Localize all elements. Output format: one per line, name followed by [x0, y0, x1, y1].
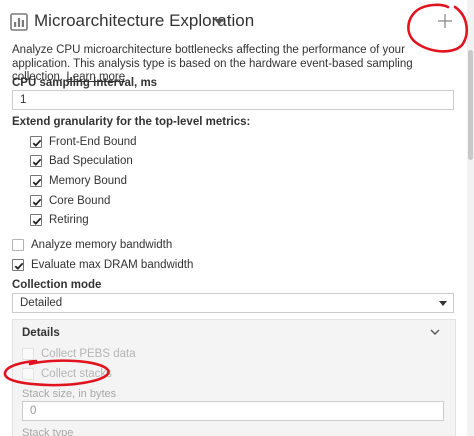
- stack-type-label: Stack type: [22, 427, 74, 436]
- checkbox-front-end-bound[interactable]: Front-End Bound: [30, 134, 137, 150]
- checkbox-bad-speculation[interactable]: Bad Speculation: [30, 153, 133, 169]
- checkbox-label: Core Bound: [49, 195, 111, 207]
- checkbox-label: Collect PEBS data: [41, 348, 136, 360]
- collection-mode-select[interactable]: Detailed: [12, 293, 454, 313]
- vertical-scrollbar[interactable]: [467, 0, 474, 436]
- add-analysis-button[interactable]: [432, 8, 458, 34]
- checkbox-box[interactable]: [22, 348, 34, 360]
- checkmark-icon: [32, 158, 42, 166]
- stack-size-label: Stack size, in bytes: [22, 388, 117, 400]
- granularity-label: Extend granularity for the top-level met…: [12, 116, 251, 128]
- checkbox-label: Analyze memory bandwidth: [31, 239, 173, 251]
- collection-mode-value: Detailed: [20, 297, 63, 309]
- checkbox-retiring[interactable]: Retiring: [30, 212, 89, 228]
- checkbox-box[interactable]: [12, 239, 24, 251]
- checkbox-label: Collect stacks: [41, 368, 112, 380]
- checkmark-icon: [32, 178, 42, 186]
- checkbox-label: Memory Bound: [49, 175, 127, 187]
- checkbox-box[interactable]: [30, 214, 42, 226]
- checkbox-box[interactable]: [30, 136, 42, 148]
- analysis-type-icon: [10, 13, 28, 31]
- checkbox-label: Evaluate max DRAM bandwidth: [31, 259, 194, 271]
- checkbox-box[interactable]: [30, 155, 42, 167]
- scrollbar-thumb[interactable]: [468, 50, 473, 160]
- checkmark-icon: [32, 198, 42, 206]
- checkbox-analyze-memory-bandwidth[interactable]: Analyze memory bandwidth: [12, 237, 172, 253]
- chevron-down-icon: [439, 301, 447, 306]
- checkbox-label: Retiring: [49, 214, 89, 226]
- analysis-dropdown-chevron-icon[interactable]: [214, 19, 224, 25]
- details-title[interactable]: Details: [22, 327, 60, 339]
- checkbox-memory-bound[interactable]: Memory Bound: [30, 173, 127, 189]
- sampling-interval-label: CPU sampling interval, ms: [12, 77, 158, 89]
- collapse-chevron-icon[interactable]: [429, 327, 441, 337]
- checkbox-box[interactable]: [22, 368, 34, 380]
- checkbox-collect-pebs-data[interactable]: Collect PEBS data: [22, 346, 136, 362]
- checkmark-icon: [32, 139, 42, 147]
- checkbox-box[interactable]: [30, 195, 42, 207]
- stack-size-input[interactable]: [22, 401, 444, 421]
- checkbox-box[interactable]: [12, 259, 24, 271]
- checkmark-icon: [14, 262, 24, 270]
- collection-mode-label: Collection mode: [12, 279, 102, 291]
- checkbox-collect-stacks[interactable]: Collect stacks: [22, 366, 112, 382]
- checkbox-label: Front-End Bound: [49, 136, 137, 148]
- analysis-header: Microarchitecture Exploration: [0, 0, 474, 44]
- checkmark-icon: [32, 217, 42, 225]
- checkbox-box[interactable]: [30, 175, 42, 187]
- checkbox-label: Bad Speculation: [49, 155, 133, 167]
- sampling-interval-input[interactable]: [12, 90, 454, 110]
- checkbox-evaluate-max-dram-bandwidth[interactable]: Evaluate max DRAM bandwidth: [12, 257, 193, 273]
- checkbox-core-bound[interactable]: Core Bound: [30, 193, 110, 209]
- plus-icon: [438, 14, 452, 28]
